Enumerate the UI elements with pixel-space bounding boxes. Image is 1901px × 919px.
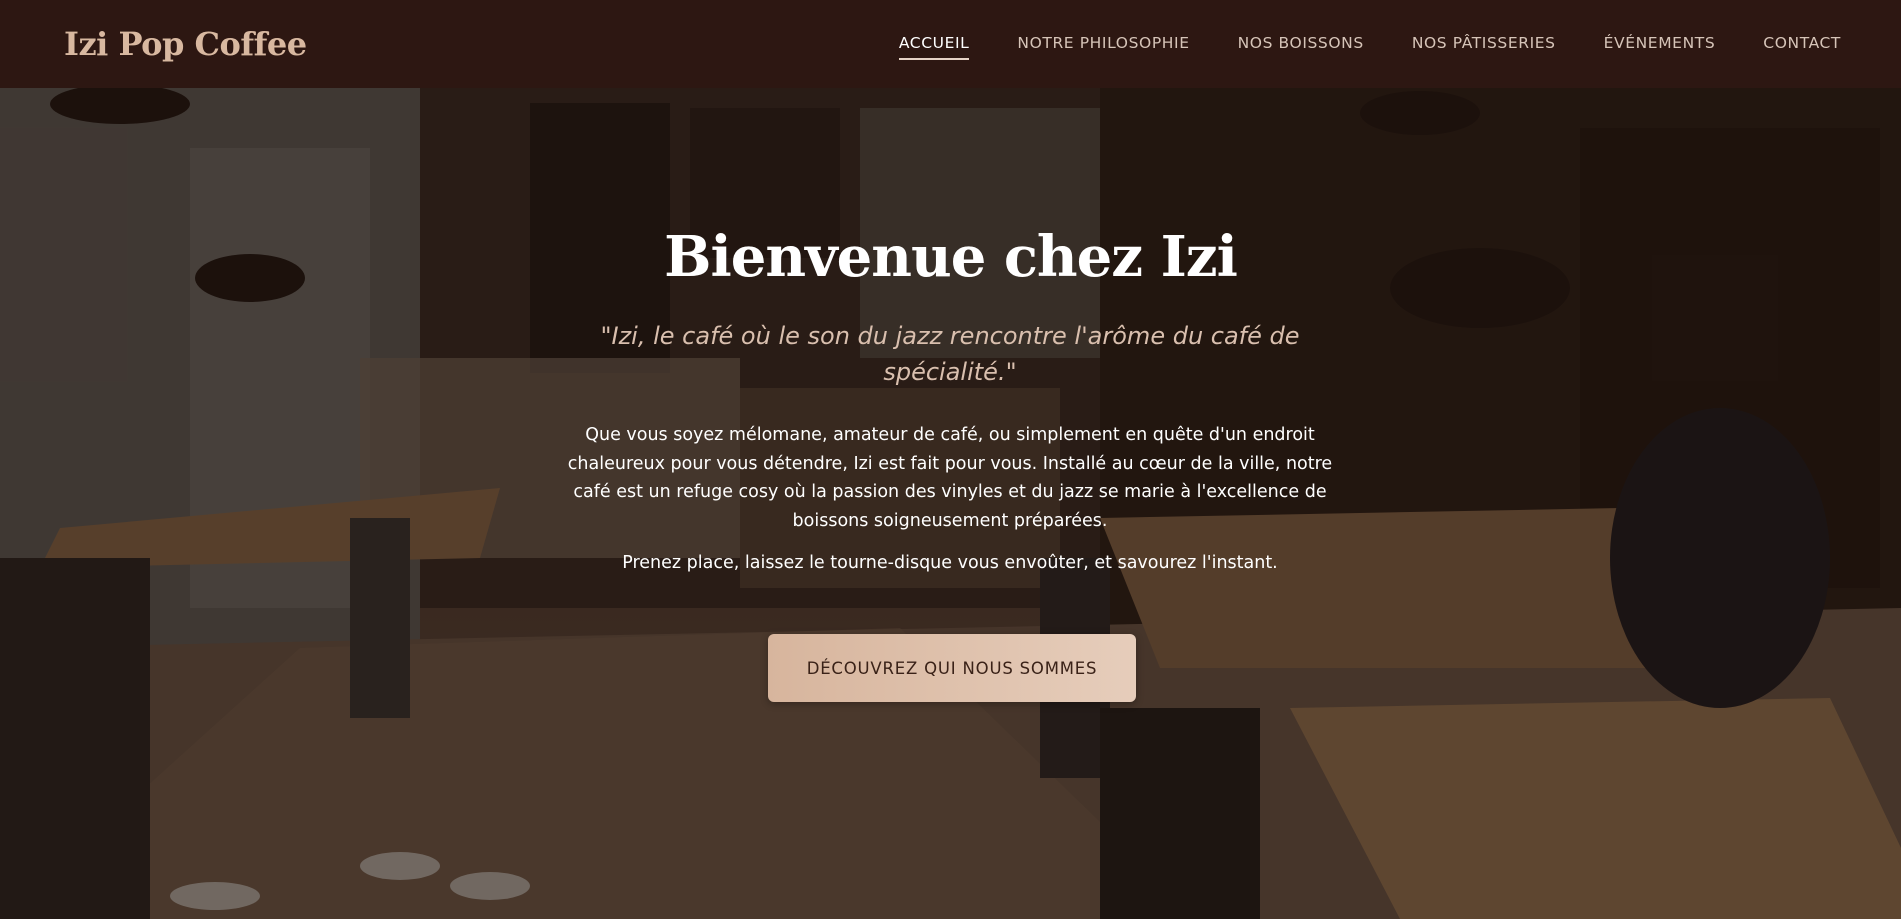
nav-item-notre-philosophie[interactable]: NOTRE PHILOSOPHIE (1017, 28, 1189, 60)
nav-item-accueil[interactable]: ACCUEIL (898, 28, 970, 60)
nav-item-nos-patisseries[interactable]: NOS PÂTISSERIES (1412, 28, 1556, 60)
hero-title: Bienvenue chez Izi (664, 224, 1238, 290)
site-logo[interactable]: Izi Pop Coffee (64, 25, 307, 63)
hero-description: Que vous soyez mélomane, amateur de café… (567, 425, 1333, 531)
main-nav: ACCUEIL NOTRE PHILOSOPHIE NOS BOISSONS N… (898, 28, 1841, 60)
nav-item-evenements[interactable]: ÉVÉNEMENTS (1604, 28, 1716, 60)
nav-item-contact[interactable]: CONTACT (1763, 28, 1841, 60)
hero-quote: "Izi, le café où le son du jazz rencontr… (600, 322, 1300, 386)
hero-section: Bienvenue chez Izi "Izi, le café où le s… (0, 88, 1901, 919)
hero-invitation: Prenez place, laissez le tourne-disque v… (622, 553, 1278, 573)
nav-item-nos-boissons[interactable]: NOS BOISSONS (1238, 28, 1364, 60)
discover-us-button[interactable]: DÉCOUVREZ QUI NOUS SOMMES (768, 634, 1136, 702)
site-header: Izi Pop Coffee ACCUEIL NOTRE PHILOSOPHIE… (0, 0, 1901, 88)
hero-content: Bienvenue chez Izi "Izi, le café où le s… (0, 88, 1901, 919)
